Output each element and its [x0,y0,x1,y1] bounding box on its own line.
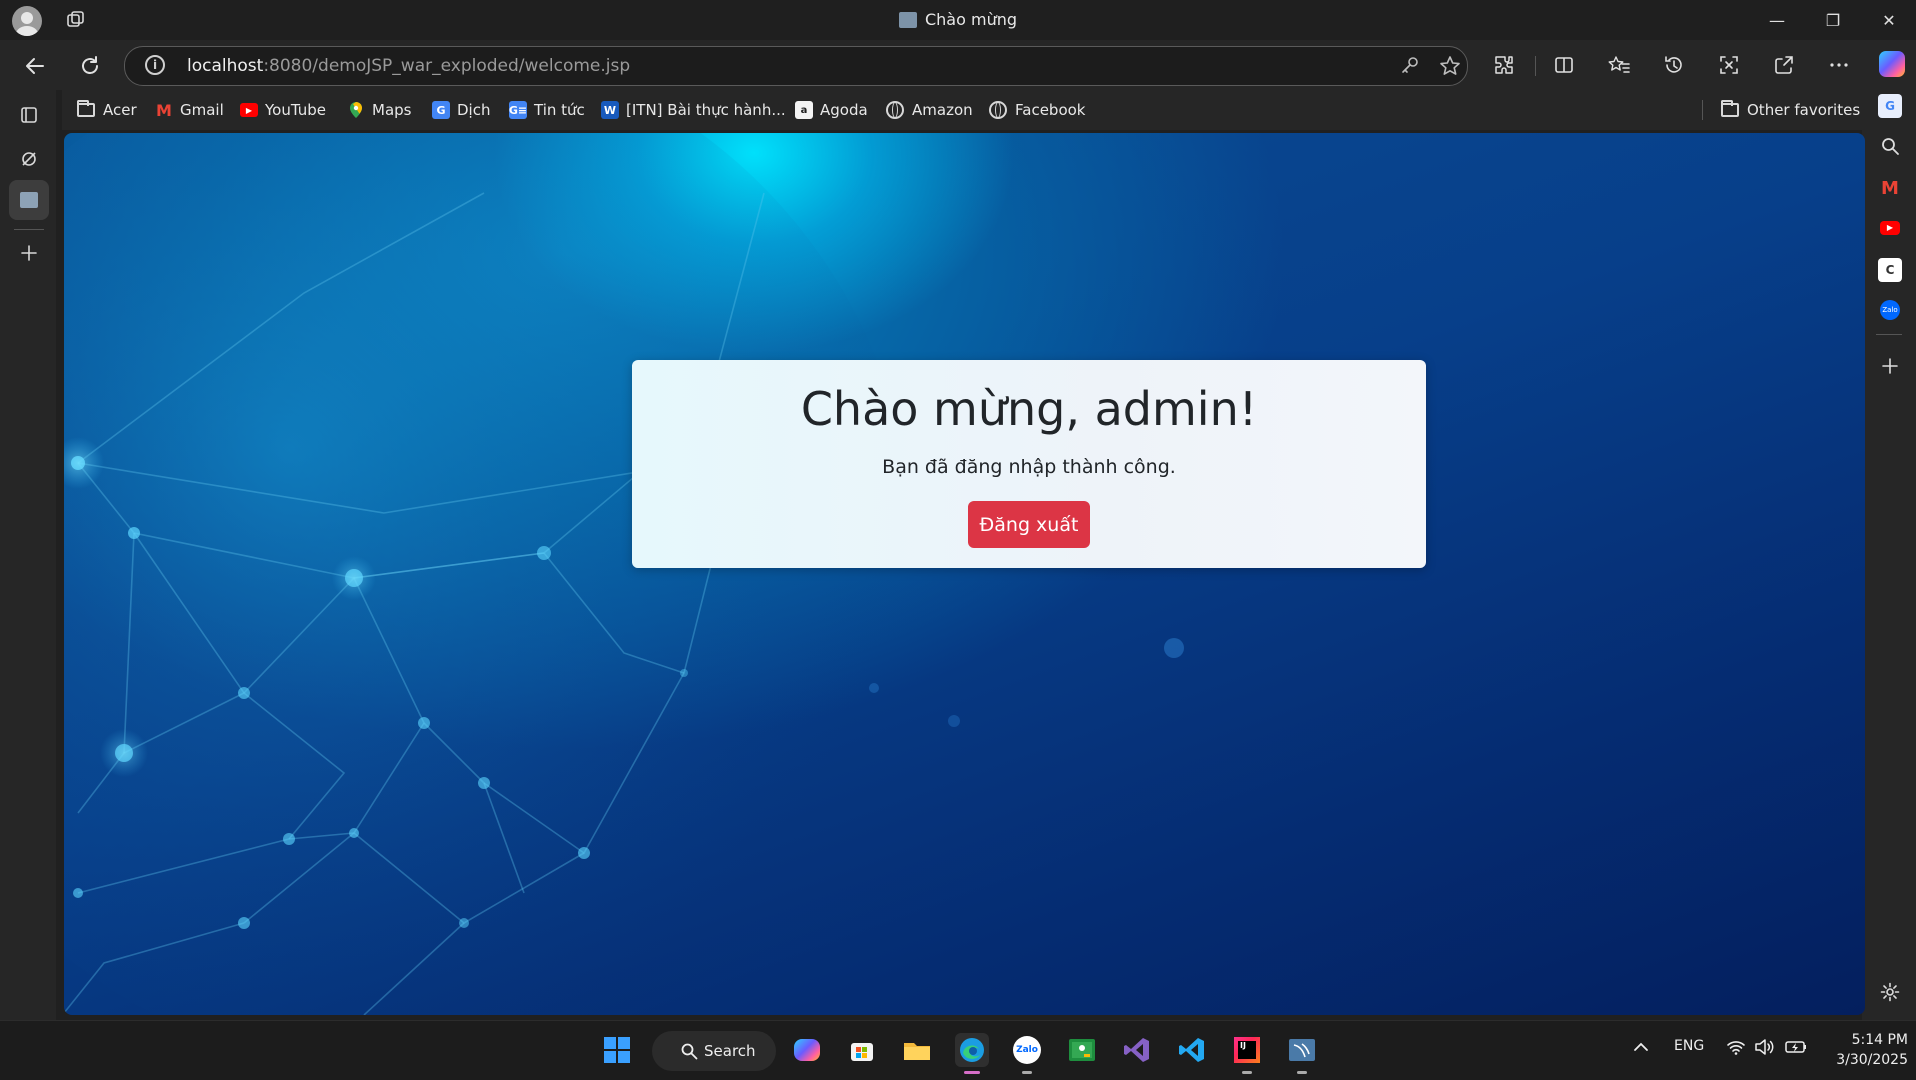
favorite-news[interactable]: G≡ Tin tức [509,99,585,121]
key-icon[interactable] [1399,55,1421,77]
file-explorer-icon[interactable] [900,1033,934,1067]
share-icon[interactable] [1768,50,1800,80]
tab-separator [14,229,44,230]
favorite-translate[interactable]: G Dịch [432,99,490,121]
more-options-icon[interactable] [1823,50,1855,80]
favorite-youtube[interactable]: ▶ YouTube [240,99,326,121]
add-sidebar-app-button[interactable] [1878,354,1902,378]
other-favorites[interactable]: Other favorites [1721,99,1860,121]
refresh-button[interactable] [75,51,105,81]
refresh-icon [82,56,98,74]
gmail-icon: M [156,100,172,120]
zalo-app-icon[interactable]: Zalo [1010,1033,1044,1074]
network-background-graphic [64,133,1184,1015]
mysql-workbench-icon[interactable] [1285,1033,1319,1074]
history-icon[interactable] [1658,50,1690,80]
language-indicator[interactable]: ENG [1674,1038,1704,1054]
split-screen-icon[interactable] [1548,50,1580,80]
favorites-bar: Acer M Gmail ▶ YouTube Maps G Dịch G≡ Tin tứ… [62,90,1862,130]
new-tab-button[interactable] [16,240,42,266]
youtube-sidebar-icon[interactable]: ▶ [1878,216,1902,240]
title-bar: Chào mừng — ❐ ✕ [0,0,1916,40]
clock-time: 5:14 PM [1851,1032,1908,1048]
globe-icon [886,101,904,119]
copilot-icon[interactable] [1879,51,1905,77]
translate-icon: G [432,101,450,119]
folder-icon [77,100,95,117]
favorites-icon[interactable] [1603,50,1635,80]
wifi-icon[interactable] [1726,1038,1746,1060]
show-hidden-icons-chevron[interactable] [1632,1038,1650,1060]
url-text[interactable]: localhost:8080/demoJSP_war_exploded/welc… [187,56,630,76]
microsoft-store-icon[interactable] [845,1033,879,1067]
word-icon: W [601,101,619,119]
translate-sidebar-icon[interactable]: G [1878,94,1902,118]
folder-icon [1721,100,1739,117]
battery-icon[interactable] [1784,1038,1808,1060]
search-sidebar-icon[interactable] [1878,134,1902,158]
back-button[interactable] [20,51,50,81]
plus-icon [21,245,37,261]
navigation-bar: i localhost:8080/demoJSP_war_exploded/we… [0,40,1916,90]
welcome-card: Chào mừng, admin! Bạn đã đăng nhập thành… [632,360,1426,568]
taskbar: Search Zalo IJ ENG 5:14 PM 3/30/2025 [0,1020,1916,1080]
taskbar-search[interactable]: Search [652,1031,776,1071]
taskbar-clock[interactable]: 5:14 PM 3/30/2025 [1822,1030,1908,1070]
plus-icon [1882,358,1898,374]
screenshot-icon[interactable] [1713,50,1745,80]
sidebar-divider [1876,334,1902,335]
favorites-divider [1702,100,1703,120]
back-arrow-icon [26,58,44,74]
favorite-gmail[interactable]: M Gmail [155,99,224,121]
intellij-idea-icon[interactable]: IJ [1230,1033,1264,1074]
edge-browser-icon[interactable] [955,1033,989,1074]
favorite-facebook[interactable]: Facebook [989,99,1085,121]
vscode-icon[interactable] [1175,1033,1209,1067]
window-title: Chào mừng [0,10,1916,29]
web-page-viewport: Chào mừng, admin! Bạn đã đăng nhập thành… [64,133,1865,1015]
start-button[interactable] [600,1033,634,1067]
favorite-star-icon[interactable] [1439,55,1461,77]
calculator-sidebar-icon[interactable]: C [1878,258,1902,282]
zalo-sidebar-icon[interactable]: Zalo [1878,298,1902,322]
windows-logo-icon [604,1037,630,1063]
google-classroom-icon[interactable] [1065,1033,1099,1067]
favorite-agoda[interactable]: a Agoda [795,99,868,121]
favorite-acer[interactable]: Acer [77,99,137,121]
welcome-heading: Chào mừng, admin! [800,382,1258,436]
clock-date: 3/30/2025 [1836,1052,1908,1068]
tab-favicon-icon [20,192,38,208]
search-icon [681,1043,698,1060]
tab-actions-icon[interactable] [16,102,42,128]
logout-button[interactable]: Đăng xuất [968,501,1090,548]
login-success-message: Bạn đã đăng nhập thành công. [882,456,1176,478]
right-sidebar: G M ▶ C Zalo [1862,90,1916,1020]
extensions-icon[interactable] [1488,50,1520,80]
news-icon: G≡ [509,101,527,119]
copilot-tab-icon[interactable] [16,146,42,172]
favorite-amazon[interactable]: Amazon [886,99,973,121]
address-bar[interactable]: i localhost:8080/demoJSP_war_exploded/we… [124,46,1468,86]
agoda-icon: a [795,101,813,119]
active-tab[interactable] [9,180,49,220]
site-info-icon[interactable]: i [145,55,165,75]
globe-icon [989,101,1007,119]
favorite-itn[interactable]: W [ITN] Bài thực hành... [601,99,786,121]
vertical-tabs-sidebar [0,90,56,1020]
toolbar-divider [1535,56,1536,76]
visual-studio-icon[interactable] [1120,1033,1154,1067]
close-button[interactable]: ✕ [1862,0,1916,40]
maps-icon [347,101,365,119]
restore-button[interactable]: ❐ [1806,0,1860,40]
gmail-sidebar-icon[interactable]: M [1878,176,1902,200]
youtube-icon: ▶ [240,103,258,117]
volume-icon[interactable] [1754,1038,1776,1060]
sidebar-settings-icon[interactable] [1878,980,1902,1004]
minimize-button[interactable]: — [1750,0,1804,40]
page-favicon-icon [898,12,917,28]
copilot-app-icon[interactable] [790,1033,824,1067]
favorite-maps[interactable]: Maps [347,99,411,121]
